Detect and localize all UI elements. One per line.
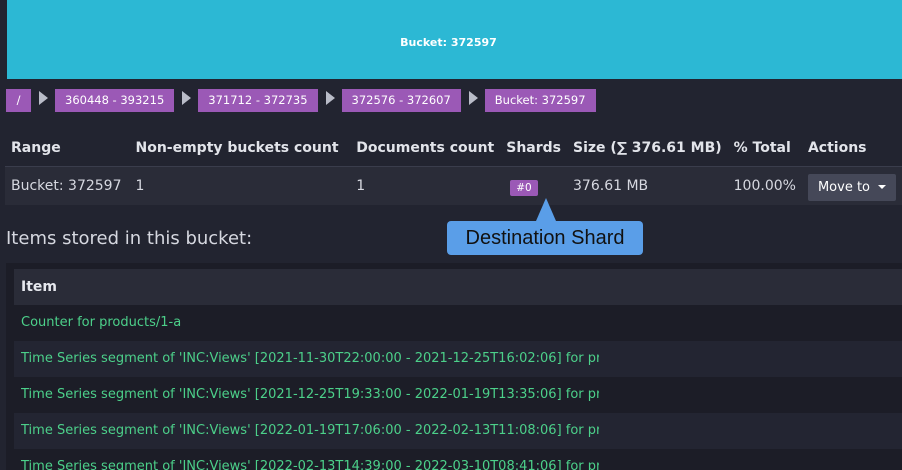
breadcrumb-bucket[interactable]: Bucket: 372597	[484, 88, 596, 112]
list-item[interactable]: Time Series segment of 'INC:Views' [2021…	[14, 341, 902, 377]
items-section-title: Items stored in this bucket:	[6, 228, 253, 249]
bucket-banner: Bucket: 372597	[7, 0, 902, 79]
header-range: Range	[5, 130, 130, 167]
caret-down-icon	[878, 185, 886, 189]
table-row: Bucket: 372597 1 1 #0 376.61 MB 100.00% …	[5, 166, 902, 205]
banner-label: Bucket: 372597	[400, 36, 497, 49]
cell-size: 376.61 MB	[567, 166, 728, 205]
tooltip-arrow	[536, 198, 556, 221]
header-actions: Actions	[801, 130, 902, 167]
breadcrumb-range-1[interactable]: 360448 - 393215	[55, 88, 175, 112]
chevron-right-icon	[325, 91, 335, 105]
breadcrumb-range-2[interactable]: 371712 - 372735	[198, 88, 318, 112]
breadcrumb-range-3[interactable]: 372576 - 372607	[341, 88, 461, 112]
move-to-label: Move to	[817, 179, 870, 195]
header-shards: Shards	[500, 130, 568, 167]
items-header: Item	[14, 269, 902, 305]
cell-actions: Move to	[801, 166, 902, 205]
cell-range: Bucket: 372597	[5, 166, 130, 205]
header-buckets: Non-empty buckets count	[129, 130, 351, 167]
list-item[interactable]: Time Series segment of 'INC:Views' [2022…	[14, 449, 902, 470]
shard-badge[interactable]: #0	[510, 180, 538, 196]
header-total: % Total	[727, 130, 802, 167]
cell-buckets: 1	[129, 166, 351, 205]
cell-documents: 1	[350, 166, 501, 205]
destination-shard-tooltip: Destination Shard	[447, 221, 643, 255]
chevron-right-icon	[39, 91, 48, 105]
table-header-row: Range Non-empty buckets count Documents …	[5, 130, 902, 167]
header-documents: Documents count	[350, 130, 501, 167]
cell-total: 100.00%	[727, 166, 802, 205]
bucket-summary-table: Range Non-empty buckets count Documents …	[5, 130, 902, 205]
list-item[interactable]: Counter for products/1-a	[14, 305, 902, 341]
chevron-right-icon	[182, 91, 192, 105]
list-item[interactable]: Time Series segment of 'INC:Views' [2022…	[14, 413, 902, 449]
breadcrumb: / 360448 - 393215 371712 - 372735 372576…	[6, 88, 596, 112]
chevron-right-icon	[468, 91, 478, 105]
header-size: Size (∑ 376.61 MB)	[567, 130, 728, 167]
list-item[interactable]: Time Series segment of 'INC:Views' [2021…	[14, 377, 902, 413]
breadcrumb-root[interactable]: /	[6, 88, 31, 112]
move-to-button[interactable]: Move to	[807, 173, 896, 201]
cell-shards: #0	[500, 166, 568, 205]
items-list-panel: Item Counter for products/1-a Time Serie…	[6, 263, 902, 470]
